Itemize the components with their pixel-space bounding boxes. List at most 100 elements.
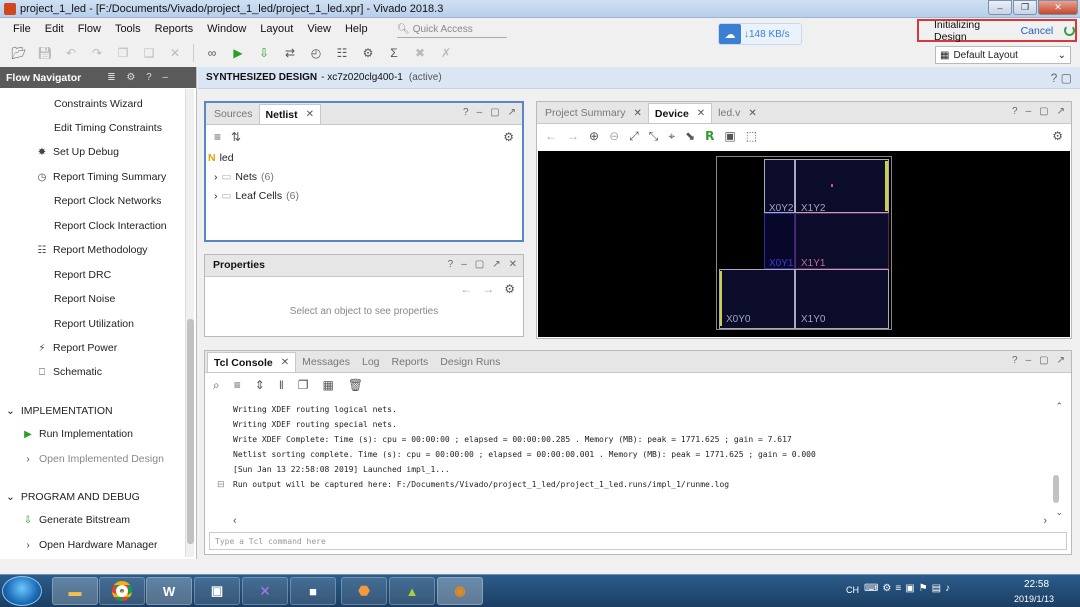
zoom-area-icon[interactable]: ⤡ [649, 129, 659, 144]
scroll-left-icon[interactable]: ‹ [233, 515, 237, 527]
route-icon[interactable]: ⬊ [685, 129, 695, 143]
save-icon[interactable]: 💾︎ [34, 43, 56, 63]
zoom-out-icon[interactable]: ⊖ [609, 129, 619, 143]
section-program-and-debug[interactable]: ⌄ PROGRAM AND DEBUG [6, 491, 140, 503]
menu-edit[interactable]: Edit [38, 23, 71, 35]
nav-set-up-debug[interactable]: ✸ Set Up Debug [36, 146, 119, 158]
menu-window[interactable]: Window [200, 23, 253, 35]
pblock-icon[interactable]: 𝗥 [705, 129, 714, 143]
float-icon[interactable]: ↗ [492, 259, 500, 270]
close-button[interactable]: ✕ [1038, 0, 1078, 15]
menu-layout[interactable]: Layout [253, 23, 300, 35]
scroll-up-icon[interactable]: ⌃ [1055, 401, 1063, 412]
paste-icon[interactable]: ❑ [138, 43, 160, 63]
tree-root[interactable]: Nled [208, 149, 522, 167]
tool-icon[interactable]: ✖ [409, 43, 431, 63]
taskbar-app-word[interactable]: W [146, 577, 192, 605]
forward-icon[interactable]: → [482, 282, 494, 296]
nav-report-clock-interaction[interactable]: Report Clock Interaction [54, 220, 167, 232]
settings-icon[interactable]: ⚙ [357, 43, 379, 63]
taskbar-app-chrome[interactable] [99, 577, 145, 605]
search-icon[interactable]: ⌕ [213, 378, 220, 393]
section-implementation[interactable]: ⌄ IMPLEMENTATION [6, 405, 113, 417]
scroll-right-icon[interactable]: › [1043, 515, 1047, 527]
menu-flow[interactable]: Flow [71, 23, 108, 35]
nav-open-implemented-design[interactable]: › Open Implemented Design [22, 453, 164, 465]
copy-icon[interactable]: ❐ [112, 43, 134, 63]
tray-icons[interactable]: ⌨︎⚙≡▣⚑▤♪ [864, 583, 954, 594]
table-icon[interactable]: ▦ [323, 378, 334, 392]
expand-icon[interactable]: ⇅ [231, 130, 241, 144]
zoom-in-icon[interactable]: ⊕ [589, 129, 599, 143]
taskbar-app-pdf[interactable]: ⬣ [341, 577, 387, 605]
tcl-command-input[interactable]: Type a Tcl command here [209, 532, 1067, 550]
restore-icon[interactable]: ▢ [490, 107, 499, 118]
sigma-icon[interactable]: Σ [383, 43, 405, 63]
restore-icon[interactable]: ▢ [1039, 355, 1048, 366]
float-icon[interactable]: ↗ [1057, 355, 1065, 366]
menu-view[interactable]: View [300, 23, 338, 35]
nav-report-clock-networks[interactable]: Report Clock Networks [54, 195, 161, 207]
program-icon[interactable]: ⇩ [253, 43, 275, 63]
close-icon[interactable]: ✕ [697, 108, 705, 119]
tab-messages[interactable]: Messages [296, 352, 356, 372]
taskbar-app-window[interactable]: ■ [290, 577, 336, 605]
taskbar-app-explorer[interactable]: ▬ [52, 577, 98, 605]
taskbar-app-vivado[interactable]: ◉ [437, 577, 483, 605]
start-button[interactable] [2, 576, 42, 606]
tray-language[interactable]: CH [846, 585, 859, 595]
tab-netlist[interactable]: Netlist ✕ [258, 104, 322, 124]
target-icon[interactable]: ⌖ [668, 129, 675, 144]
tab-led-v[interactable]: led.v ✕ [712, 103, 763, 123]
gear-icon[interactable]: ⚙ [504, 282, 515, 296]
help-icon[interactable]: ? [1012, 106, 1018, 117]
restore-icon[interactable]: ▢ [475, 259, 484, 270]
minimize-icon[interactable]: ‒ [477, 107, 483, 118]
restore-icon[interactable]: ▢ [1039, 106, 1048, 117]
report-icon[interactable]: ☷ [331, 43, 353, 63]
fit-icon[interactable]: ⤢ [629, 129, 639, 144]
help-icon[interactable]: ? ▢ [1051, 71, 1072, 85]
minimize-icon[interactable]: ‒ [1026, 355, 1032, 366]
taskbar-app-artboard[interactable]: ▲ [389, 577, 435, 605]
open-icon[interactable]: 📂︎ [8, 43, 30, 63]
pause-icon[interactable]: ‖ [279, 378, 284, 392]
close-icon[interactable]: ✕ [306, 109, 314, 120]
collapse-icon[interactable]: ≡ [234, 378, 241, 392]
layout-select[interactable]: ▦ Default Layout ⌄ [935, 46, 1071, 64]
copy-icon[interactable]: ❐ [298, 378, 309, 392]
nav-schematic[interactable]: ⎕ Schematic [36, 366, 102, 378]
menu-tools[interactable]: Tools [108, 23, 148, 35]
menu-reports[interactable]: Reports [148, 23, 201, 35]
nav-report-utilization[interactable]: Report Utilization [54, 318, 134, 330]
run-icon[interactable]: ▶ [227, 43, 249, 63]
minimize-button[interactable]: ‒ [988, 0, 1012, 15]
undo-icon[interactable]: ↶ [60, 43, 82, 63]
nav-report-drc[interactable]: Report DRC [54, 269, 111, 281]
menu-help[interactable]: Help [338, 23, 375, 35]
gear-icon[interactable]: ⚙ [503, 130, 514, 144]
view-icon[interactable]: ∞ [201, 43, 223, 63]
flow-navigator-scrollbar[interactable] [185, 89, 194, 557]
minimize-icon[interactable]: ‒ [1026, 106, 1032, 117]
nav-run-implementation[interactable]: ▶ Run Implementation [22, 428, 133, 440]
nav-report-noise[interactable]: Report Noise [54, 293, 115, 305]
scroll-thumb[interactable] [187, 319, 194, 544]
nav-report-power[interactable]: ⚡︎ Report Power [36, 342, 117, 354]
back-icon[interactable]: ← [460, 282, 472, 296]
help-icon[interactable]: ? [1012, 355, 1018, 366]
clear-icon[interactable]: ✗ [435, 43, 457, 63]
tree-node-leaf-cells[interactable]: › ▭ Leaf Cells (6) [208, 186, 522, 205]
help-icon[interactable]: ? [463, 107, 469, 118]
collapse-all-icon[interactable]: ≡ [214, 130, 221, 144]
close-icon[interactable]: ✕ [509, 259, 517, 270]
redo-icon[interactable]: ↷ [86, 43, 108, 63]
nav-generate-bitstream[interactable]: ⇩ Generate Bitstream [22, 514, 130, 526]
delete-icon[interactable]: ✕ [164, 43, 186, 63]
minimize-icon[interactable]: ‒ [461, 259, 467, 270]
maximize-button[interactable]: ❐ [1013, 0, 1037, 15]
float-icon[interactable]: ↗ [508, 107, 516, 118]
expand-icon[interactable]: ⇕ [255, 378, 265, 392]
nav-report-methodology[interactable]: ☷ Report Methodology [36, 244, 148, 256]
collapse-node-icon[interactable]: ⊟ [217, 479, 225, 490]
